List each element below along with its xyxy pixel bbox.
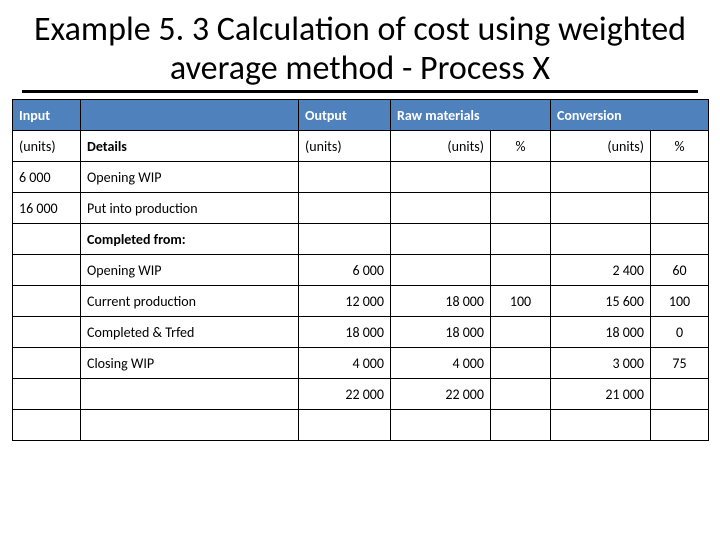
cost-table: Input Output Raw materials Conversion (u… <box>12 99 709 441</box>
cell-rm_p <box>491 162 551 193</box>
cell-rm_u <box>391 255 491 286</box>
header-row-1: Input Output Raw materials Conversion <box>13 100 709 131</box>
cell-input <box>13 286 81 317</box>
table-row: Completed from: <box>13 224 709 255</box>
cell-input <box>13 224 81 255</box>
cell-cv_p <box>651 410 709 441</box>
table-row: 22 00022 000 21 000 <box>13 379 709 410</box>
cell-details <box>81 379 299 410</box>
table-row: Current production12 00018 00010015 6001… <box>13 286 709 317</box>
cell-rm_u: 18 000 <box>391 317 491 348</box>
cell-cv_p: 100 <box>651 286 709 317</box>
hdr2-cv-pct: % <box>651 131 709 162</box>
cell-output: 6 000 <box>299 255 391 286</box>
cell-cv_p <box>651 162 709 193</box>
cell-cv_p: 60 <box>651 255 709 286</box>
slide-title: Example 5. 3 Calculation of cost using w… <box>24 10 696 88</box>
cell-cv_p <box>651 224 709 255</box>
cell-output: 22 000 <box>299 379 391 410</box>
cell-rm_u <box>391 193 491 224</box>
cell-cv_p: 0 <box>651 317 709 348</box>
cell-input <box>13 317 81 348</box>
hdr2-rm-pct: % <box>491 131 551 162</box>
hdr2-details: Details <box>81 131 299 162</box>
hdr-conv: Conversion <box>551 100 709 131</box>
cell-rm_p <box>491 348 551 379</box>
hdr-raw: Raw materials <box>391 100 551 131</box>
title-container: Example 5. 3 Calculation of cost using w… <box>22 10 698 93</box>
cell-cv_u <box>551 410 651 441</box>
cell-rm_p <box>491 224 551 255</box>
hdr2-output: (units) <box>299 131 391 162</box>
cell-cv_p: 75 <box>651 348 709 379</box>
cell-input: 6 000 <box>13 162 81 193</box>
cell-output <box>299 224 391 255</box>
cell-details: Opening WIP <box>81 255 299 286</box>
cell-output <box>299 410 391 441</box>
hdr-blank <box>81 100 299 131</box>
cell-cv_u: 2 400 <box>551 255 651 286</box>
cell-rm_p <box>491 317 551 348</box>
cell-rm_u <box>391 224 491 255</box>
cell-rm_p <box>491 410 551 441</box>
cell-input <box>13 348 81 379</box>
slide: Example 5. 3 Calculation of cost using w… <box>0 10 720 540</box>
cell-output: 4 000 <box>299 348 391 379</box>
cell-details <box>81 410 299 441</box>
cell-rm_p <box>491 193 551 224</box>
cell-cv_u: 21 000 <box>551 379 651 410</box>
cell-cv_u <box>551 193 651 224</box>
hdr2-input: (units) <box>13 131 81 162</box>
cell-details: Opening WIP <box>81 162 299 193</box>
cell-cv_p <box>651 193 709 224</box>
hdr-input: Input <box>13 100 81 131</box>
table-row: 6 000Opening WIP <box>13 162 709 193</box>
cell-details: Put into production <box>81 193 299 224</box>
cell-rm_u: 22 000 <box>391 379 491 410</box>
cell-input <box>13 410 81 441</box>
cell-rm_u: 18 000 <box>391 286 491 317</box>
cell-cv_p <box>651 379 709 410</box>
cell-input <box>13 255 81 286</box>
cell-details: Completed from: <box>81 224 299 255</box>
cell-cv_u: 18 000 <box>551 317 651 348</box>
hdr2-rm-units: (units) <box>391 131 491 162</box>
cell-details: Closing WIP <box>81 348 299 379</box>
cell-rm_p <box>491 255 551 286</box>
cell-output: 18 000 <box>299 317 391 348</box>
cell-details: Current production <box>81 286 299 317</box>
cell-cv_u: 15 600 <box>551 286 651 317</box>
cell-output <box>299 162 391 193</box>
cell-cv_u: 3 000 <box>551 348 651 379</box>
table-row: Opening WIP6 000 2 40060 <box>13 255 709 286</box>
header-row-2: (units) Details (units) (units) % (units… <box>13 131 709 162</box>
table-row: Completed & Trfed18 00018 00018 0000 <box>13 317 709 348</box>
cell-output: 12 000 <box>299 286 391 317</box>
cell-cv_u <box>551 162 651 193</box>
cell-rm_p <box>491 379 551 410</box>
cell-input: 16 000 <box>13 193 81 224</box>
hdr2-cv-units: (units) <box>551 131 651 162</box>
hdr-output: Output <box>299 100 391 131</box>
cell-details: Completed & Trfed <box>81 317 299 348</box>
cell-rm_p: 100 <box>491 286 551 317</box>
cell-rm_u <box>391 162 491 193</box>
cell-rm_u: 4 000 <box>391 348 491 379</box>
table-row: 16 000Put into production <box>13 193 709 224</box>
table-row: Closing WIP4 0004 0003 00075 <box>13 348 709 379</box>
cell-input <box>13 379 81 410</box>
cell-rm_u <box>391 410 491 441</box>
cell-output <box>299 193 391 224</box>
table-row <box>13 410 709 441</box>
cell-cv_u <box>551 224 651 255</box>
